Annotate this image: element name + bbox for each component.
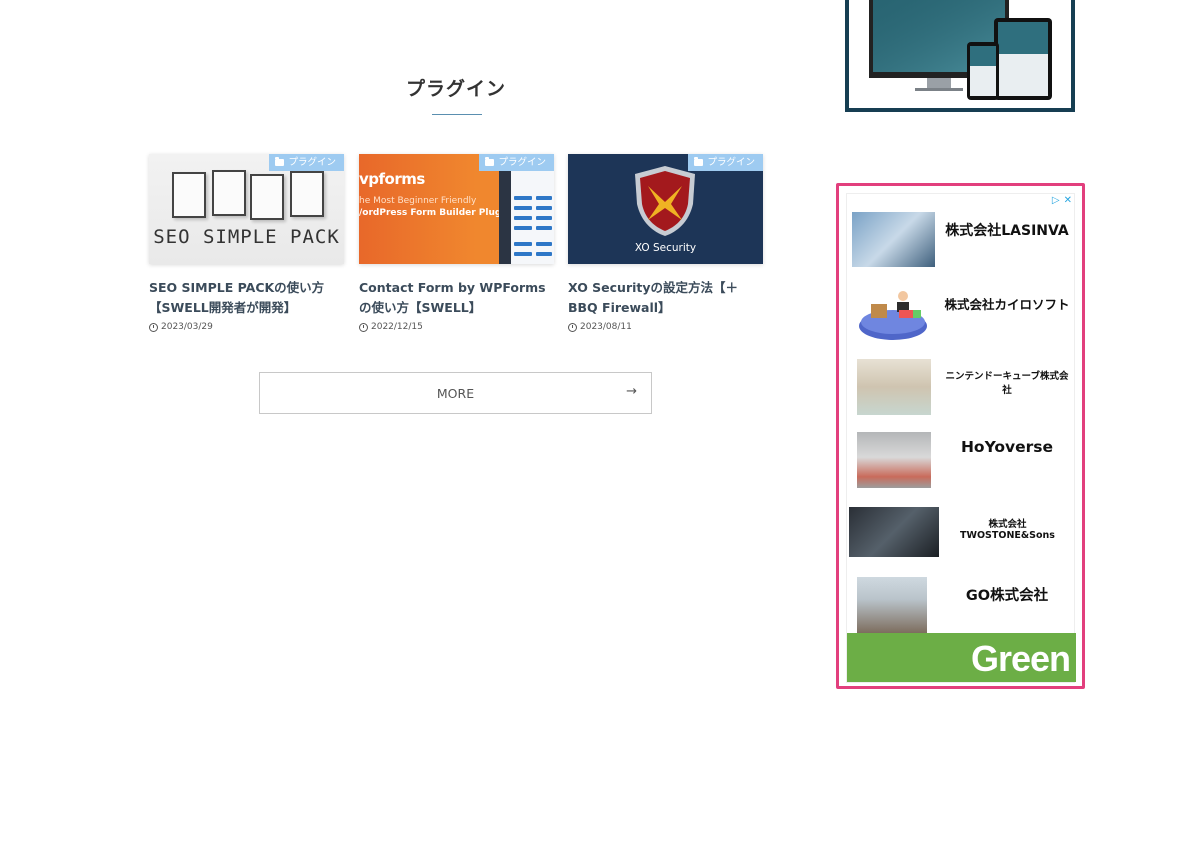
- thumbnail-line1: he Most Beginner Friendly: [359, 196, 477, 206]
- field-button: [514, 226, 532, 230]
- post-thumbnail[interactable]: SEO SIMPLE PACK プラグイン: [149, 154, 344, 264]
- post-date: 2022/12/15: [359, 322, 554, 332]
- category-badge[interactable]: プラグイン: [269, 154, 344, 171]
- post-date-text: 2023/08/11: [580, 322, 632, 332]
- field-button: [536, 252, 552, 256]
- ad-item-name: 株式会社LASINVA: [945, 223, 1069, 239]
- devices-illustration: [869, 0, 1052, 100]
- ad-content[interactable]: ▷ ✕ 株式会社LASINVA 株式会社カイロソフト ニンテンドーキューブ株式会…: [846, 193, 1076, 683]
- post-thumbnail[interactable]: vpforms he Most Beginner Friendly /ordPr…: [359, 154, 554, 264]
- field-button: [536, 206, 552, 210]
- more-button[interactable]: MORE →: [259, 372, 652, 414]
- thumbnail-text: XO Security: [634, 242, 697, 254]
- post-card-xo-security[interactable]: XO Security プラグイン XO Securityの設定方法【＋BBQ …: [568, 154, 763, 332]
- thumbnail-text: SEO SIMPLE PACK: [153, 226, 340, 248]
- field-button: [514, 252, 532, 256]
- field-button: [514, 196, 532, 200]
- clock-icon: [568, 322, 577, 332]
- thumbnail-brand: vpforms: [359, 170, 425, 188]
- arrow-right-icon: →: [626, 384, 637, 399]
- ad-item-image: [857, 359, 931, 415]
- field-button: [536, 242, 552, 246]
- field-button: [514, 242, 532, 246]
- section-title: プラグイン: [405, 78, 506, 100]
- shield-icon: [631, 164, 699, 242]
- ad-item-twostone[interactable]: 株式会社TWOSTONE&Sons: [847, 500, 1076, 570]
- green-logo: Green: [970, 638, 1071, 679]
- devices-mockup-image[interactable]: [845, 0, 1075, 112]
- category-label: プラグイン: [498, 157, 546, 168]
- ad-item-kairosoft[interactable]: 株式会社カイロソフト: [847, 278, 1076, 348]
- ad-item-image: [852, 212, 935, 267]
- ad-item-hoyoverse[interactable]: HoYoverse: [847, 426, 1076, 496]
- frame-image: [290, 171, 324, 217]
- post-date-text: 2022/12/15: [371, 322, 423, 332]
- ad-item-go[interactable]: GO株式会社: [847, 572, 1076, 642]
- folder-icon: [275, 157, 285, 166]
- field-button: [536, 196, 552, 200]
- post-card-wpforms[interactable]: vpforms he Most Beginner Friendly /ordPr…: [359, 154, 554, 332]
- ad-item-nintendo-cube[interactable]: ニンテンドーキューブ株式会社: [847, 352, 1076, 422]
- more-button-label: MORE: [436, 386, 475, 401]
- clock-icon: [359, 322, 368, 332]
- clock-icon: [149, 322, 158, 332]
- frame-image: [250, 174, 284, 220]
- ad-item-name: 株式会社TWOSTONE&Sons: [960, 519, 1055, 541]
- post-date: 2023/08/11: [568, 322, 763, 332]
- folder-icon: [485, 157, 495, 166]
- category-badge[interactable]: プラグイン: [688, 154, 763, 171]
- ad-item-image: [857, 286, 929, 342]
- form-builder-sidebar: [499, 168, 511, 264]
- field-button: [514, 216, 532, 220]
- post-date-text: 2023/03/29: [161, 322, 213, 332]
- category-badge[interactable]: プラグイン: [479, 154, 554, 171]
- ad-banner[interactable]: ▷ ✕ 株式会社LASINVA 株式会社カイロソフト ニンテンドーキューブ株式会…: [836, 183, 1085, 689]
- category-label: プラグイン: [707, 157, 755, 168]
- frame-image: [212, 170, 246, 216]
- field-button: [514, 206, 532, 210]
- post-thumbnail[interactable]: XO Security プラグイン: [568, 154, 763, 264]
- ad-item-name: 株式会社カイロソフト: [944, 297, 1070, 312]
- field-button: [536, 226, 552, 230]
- post-title[interactable]: SEO SIMPLE PACKの使い方【SWELL開発者が開発】: [149, 278, 344, 318]
- ad-item-name: ニンテンドーキューブ株式会社: [945, 371, 1069, 396]
- post-card-seo-simple-pack[interactable]: SEO SIMPLE PACK プラグイン SEO SIMPLE PACKの使い…: [149, 154, 344, 332]
- ad-item-image: [857, 432, 931, 488]
- ad-item-image: [849, 507, 939, 557]
- ad-item-lasinva[interactable]: 株式会社LASINVA: [847, 204, 1076, 274]
- thumbnail-line2: /ordPress Form Builder Plugin: [359, 208, 511, 218]
- category-label: プラグイン: [288, 157, 336, 168]
- post-title[interactable]: Contact Form by WPFormsの使い方【SWELL】: [359, 278, 554, 318]
- ad-item-name: GO株式会社: [965, 588, 1049, 604]
- ad-item-image: [857, 577, 927, 633]
- green-banner[interactable]: Green: [847, 633, 1076, 682]
- title-underline: [432, 114, 482, 115]
- field-button: [536, 216, 552, 220]
- frame-image: [172, 172, 206, 218]
- post-date: 2023/03/29: [149, 322, 344, 332]
- folder-icon: [694, 157, 704, 166]
- post-title[interactable]: XO Securityの設定方法【＋BBQ Firewall】: [568, 278, 763, 318]
- ad-item-name: HoYoverse: [960, 438, 1054, 456]
